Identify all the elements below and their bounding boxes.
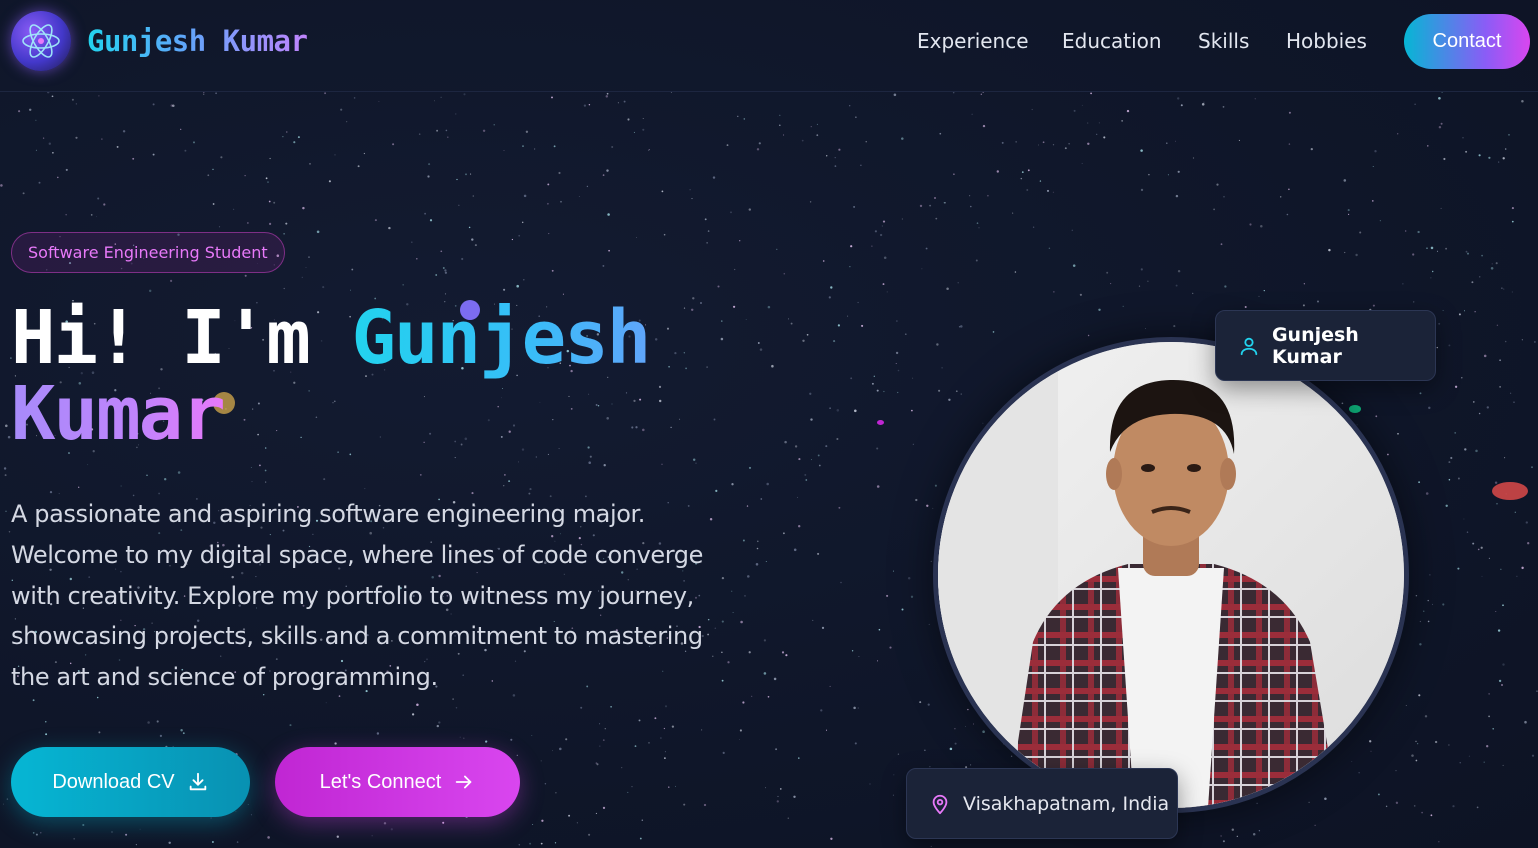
profile-photo (933, 337, 1409, 813)
nav-link-hobbies[interactable]: Hobbies (1286, 29, 1367, 53)
nav-link-skills[interactable]: Skills (1198, 29, 1249, 53)
hero-heading: Hi! I'm Gunjesh Kumar (11, 300, 651, 452)
nav-link-experience[interactable]: Experience (917, 29, 1029, 53)
profile-location: Visakhapatnam, India (963, 792, 1170, 815)
hero-bio: A passionate and aspiring software engin… (11, 500, 703, 692)
top-navbar: Gunjesh Kumar Experience Education Skill… (0, 0, 1538, 92)
profile-photo-illustration (938, 342, 1404, 808)
atom-logo-icon (11, 11, 71, 71)
lets-connect-label: Let's Connect (319, 770, 442, 793)
floating-dot (1492, 482, 1528, 500)
brand-link[interactable]: Gunjesh Kumar (11, 11, 308, 71)
floating-dot (877, 420, 884, 425)
role-badge: Software Engineering Student (11, 232, 285, 273)
contact-button[interactable]: Contact (1404, 14, 1530, 69)
nav-link-education[interactable]: Education (1062, 29, 1162, 53)
download-cv-label: Download CV (52, 770, 175, 793)
profile-name-card: Gunjesh Kumar (1215, 310, 1436, 381)
profile-name: Gunjesh Kumar (1271, 323, 1359, 368)
brand-name: Gunjesh Kumar (87, 24, 308, 58)
arrow-right-icon (456, 775, 472, 789)
download-cv-button[interactable]: Download CV (11, 747, 250, 817)
download-icon (189, 772, 206, 791)
hero-first-name: Gunjesh (351, 295, 651, 381)
profile-location-card: Visakhapatnam, India (906, 768, 1178, 839)
user-icon (1240, 337, 1258, 355)
lets-connect-button[interactable]: Let's Connect (275, 747, 520, 817)
hero-last-name: Kumar (11, 371, 226, 457)
floating-dot (1349, 405, 1361, 413)
hero-greeting: Hi! I'm (11, 295, 311, 381)
portfolio-page: Gunjesh Kumar Experience Education Skill… (0, 0, 1538, 848)
map-pin-icon (932, 794, 948, 814)
